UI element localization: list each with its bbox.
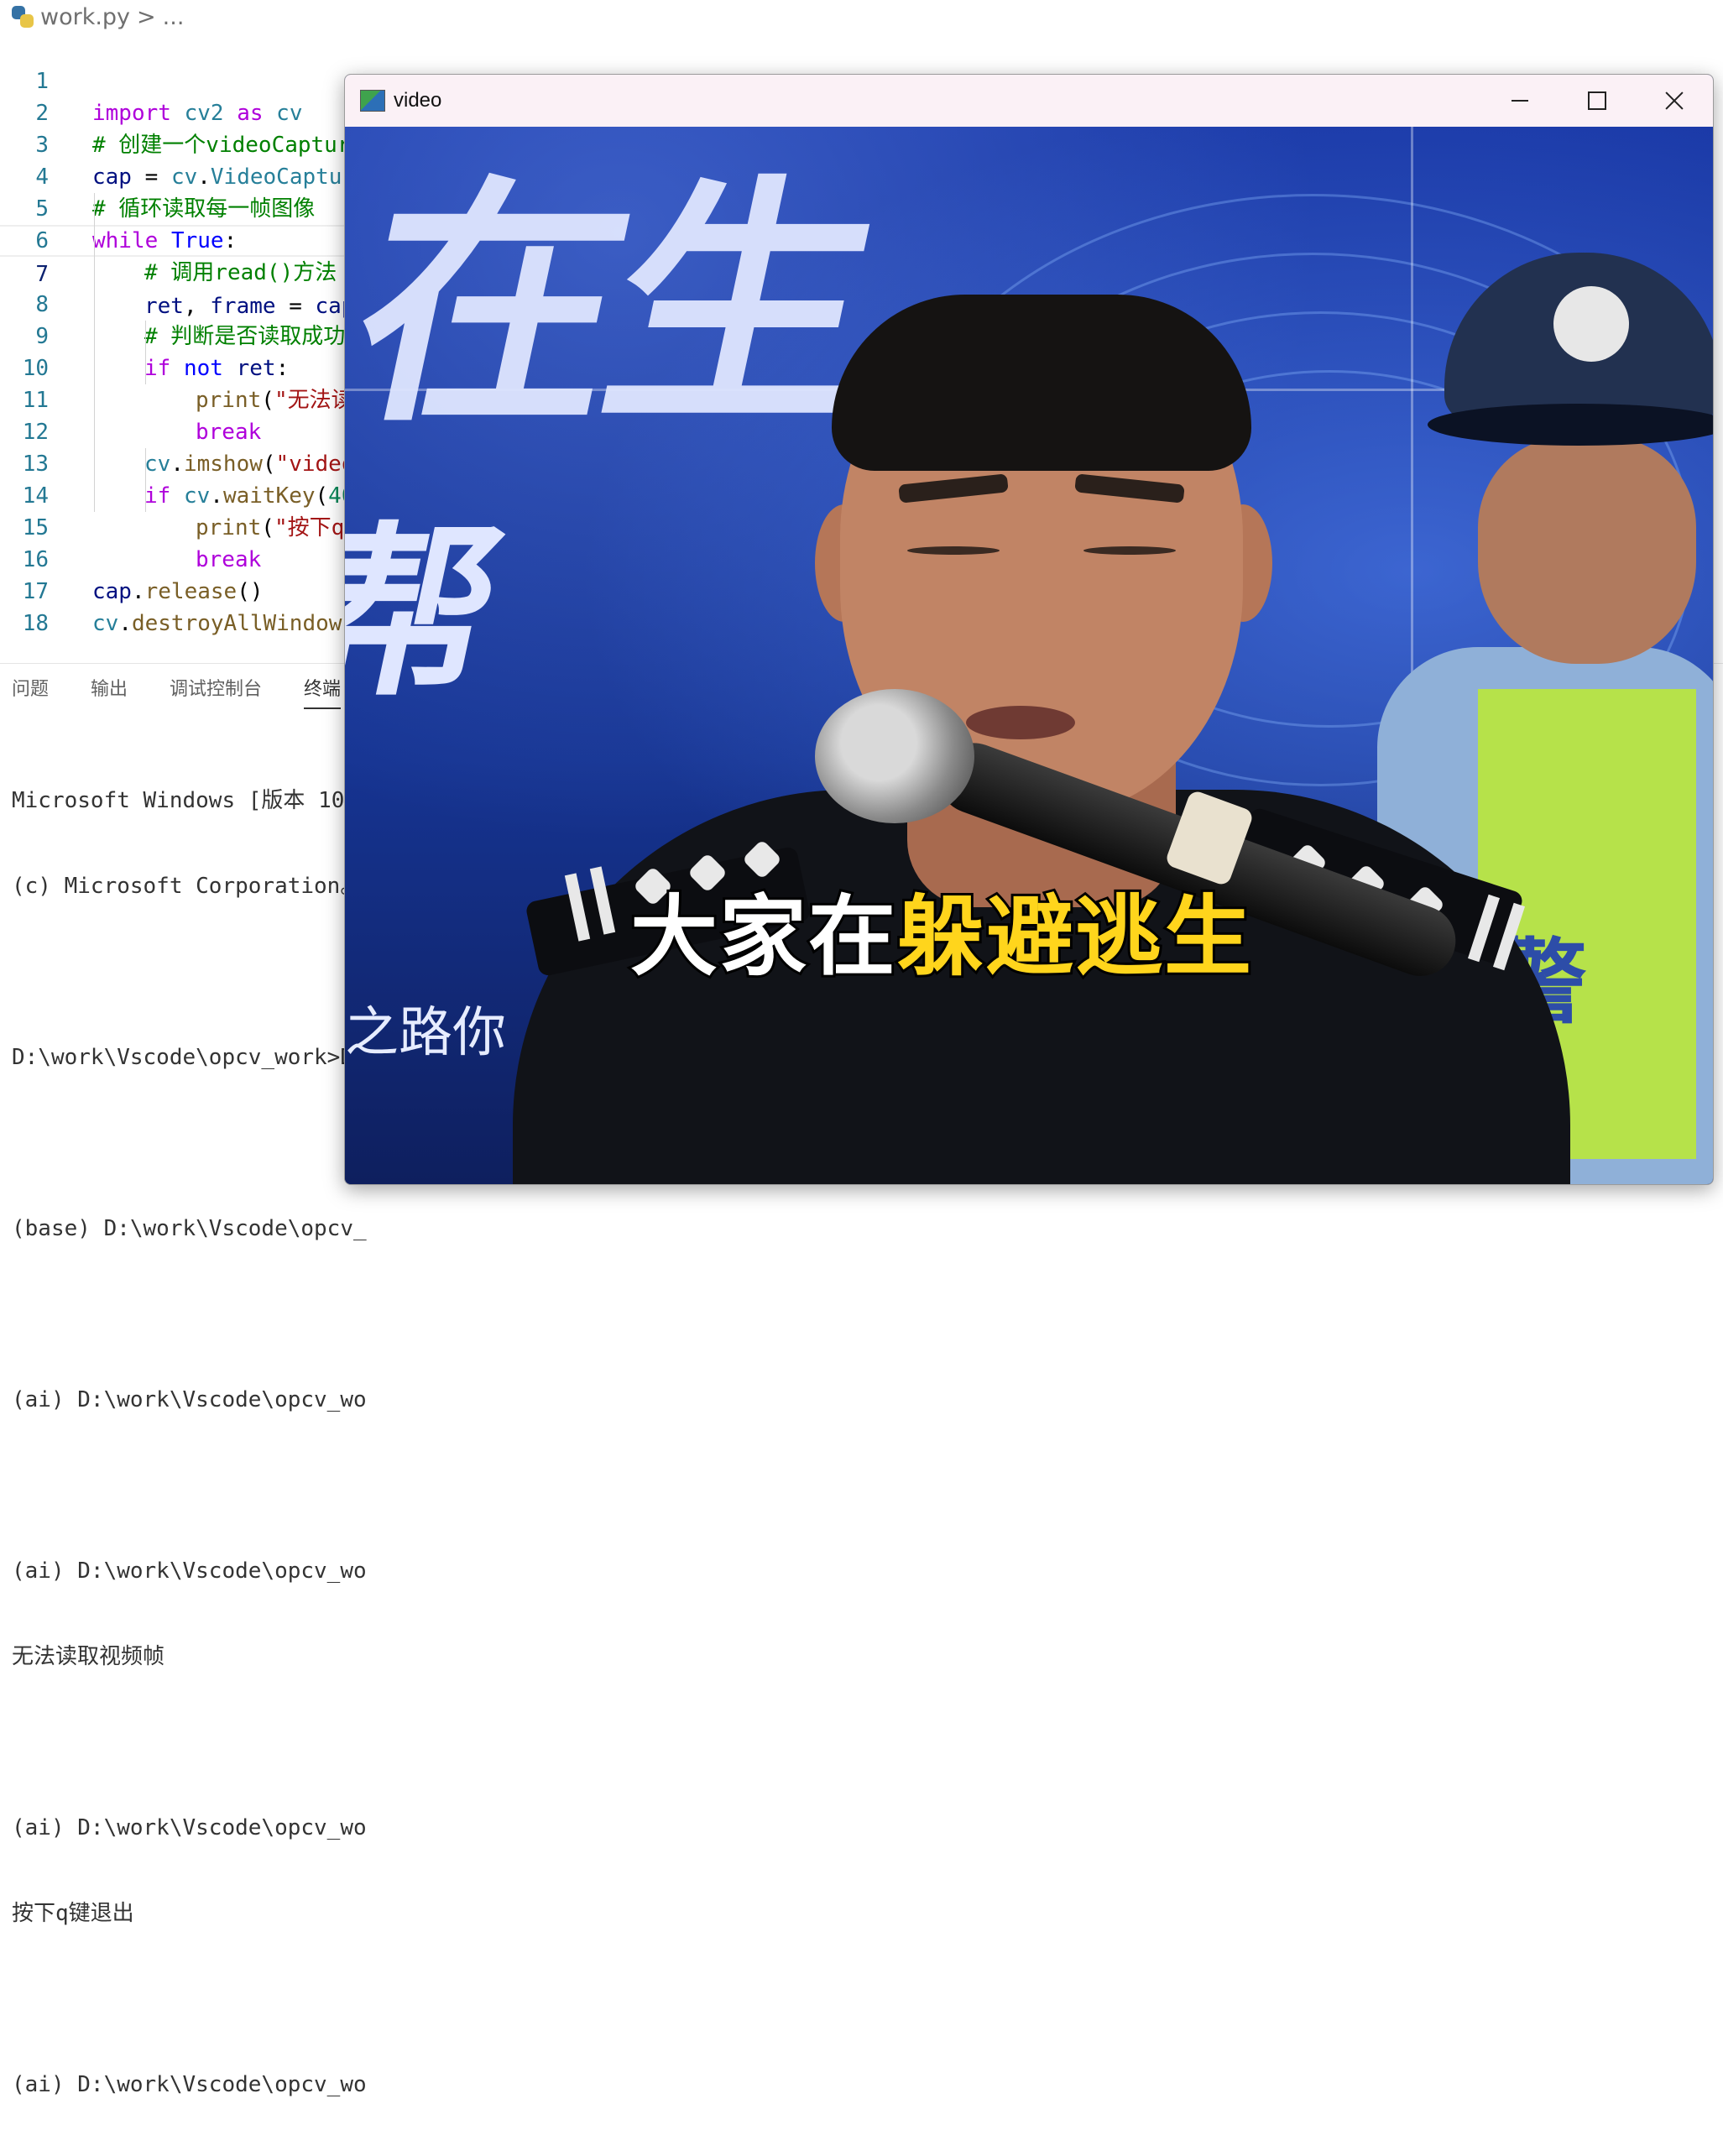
indent-guide xyxy=(145,448,146,512)
close-button[interactable] xyxy=(1636,75,1713,127)
terminal-line: (ai) D:\work\Vscode\opcv_wo xyxy=(12,1387,367,1412)
background-text: 帮 xyxy=(345,506,520,721)
tab-problems[interactable]: 问题 xyxy=(12,674,49,709)
window-titlebar[interactable]: video xyxy=(345,75,1713,127)
code-line-current[interactable]: 7 ret, frame = cap xyxy=(0,225,355,319)
code-token: cv xyxy=(92,611,119,636)
tab-output[interactable]: 输出 xyxy=(91,674,128,709)
speaker-eye xyxy=(907,546,1000,555)
terminal-line: (base) D:\work\Vscode\opcv_ xyxy=(12,1216,367,1241)
panel-tabs[interactable]: 问题 输出 调试控制台 终端 xyxy=(12,674,342,709)
code-token: destroyAllWindows xyxy=(131,611,356,636)
terminal-line: (ai) D:\work\Vscode\opcv_wo xyxy=(12,2072,367,2097)
minimize-button[interactable] xyxy=(1481,75,1559,127)
terminal-line: 无法读取视频帧 xyxy=(12,1644,165,1669)
speaker-eye xyxy=(1083,546,1176,555)
code-line[interactable]: 1 import cv2 as cv xyxy=(0,34,1723,126)
minimize-icon xyxy=(1512,100,1528,102)
terminal-output[interactable]: Microsoft Windows [版本 10. (c) Microsoft … xyxy=(12,729,367,2156)
terminal-line: D:\work\Vscode\opcv_work>D: xyxy=(12,1045,367,1070)
terminal-line: (c) Microsoft Corporation。 xyxy=(12,874,363,899)
maximize-button[interactable] xyxy=(1559,75,1636,127)
maximize-icon xyxy=(1588,91,1606,110)
terminal-line: (ai) D:\work\Vscode\opcv_wo xyxy=(12,1558,367,1584)
code-token: . xyxy=(118,611,132,636)
terminal-line: Microsoft Windows [版本 10. xyxy=(12,788,358,813)
breadcrumb[interactable]: work.py > ... xyxy=(12,2,184,32)
subtitle-white: 大家在 xyxy=(628,883,898,990)
video-subtitle: 大家在躲避逃生 xyxy=(628,865,1254,992)
tab-terminal[interactable]: 终端 xyxy=(304,674,342,709)
window-title: video xyxy=(394,89,442,112)
tab-debug-console[interactable]: 调试控制台 xyxy=(170,674,262,709)
video-frame[interactable]: 在生 帮 之路你 警 大家在躲避逃生 xyxy=(345,127,1713,1184)
line-number: 18 xyxy=(22,611,49,636)
speaker-hair xyxy=(832,295,1251,471)
python-file-icon xyxy=(12,6,34,28)
breadcrumb-ellipsis[interactable]: ... xyxy=(163,4,185,30)
subtitle-yellow: 躲避逃生 xyxy=(895,883,1254,990)
app-icon xyxy=(360,90,385,112)
breadcrumb-separator: > xyxy=(137,3,156,30)
terminal-line: 按下q键退出 xyxy=(12,1901,134,1926)
video-window[interactable]: video 在生 帮 之路你 警 大家在躲避逃生 xyxy=(344,74,1714,1185)
breadcrumb-file[interactable]: work.py xyxy=(40,4,130,30)
background-text: 之路你 xyxy=(345,1002,506,1064)
close-icon xyxy=(1665,91,1684,110)
terminal-line: (ai) D:\work\Vscode\opcv_wo xyxy=(12,1815,367,1840)
microphone-icon xyxy=(815,689,974,823)
indent-guide xyxy=(145,321,146,384)
indent-guide xyxy=(94,193,95,512)
